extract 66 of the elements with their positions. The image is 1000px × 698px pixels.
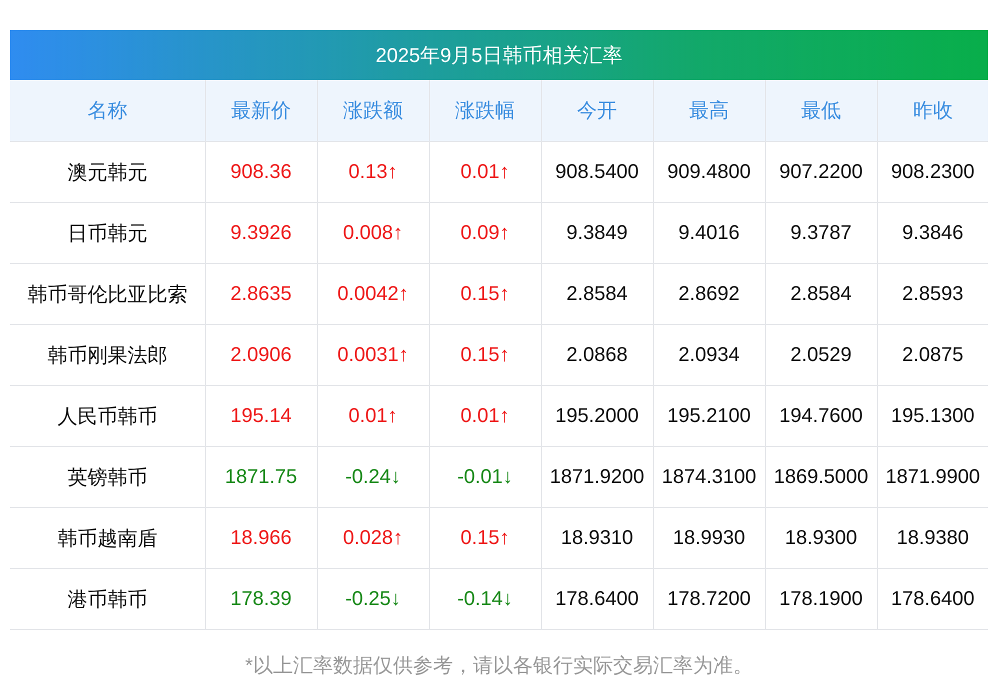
table-cell: 0.15↑ [429, 508, 541, 568]
table-cell: 907.2200 [765, 142, 877, 202]
table-cell: 港币韩币 [10, 568, 205, 630]
table-cell: 178.7200 [653, 568, 765, 630]
table-cell: 2.0906 [205, 324, 317, 386]
table-cell: 9.3849 [541, 202, 653, 264]
table-cell: 2.0529 [765, 324, 877, 386]
table-cell: -0.25↓ [317, 568, 429, 630]
table-cell: 1869.5000 [765, 446, 877, 508]
column-header: 涨跌额 [317, 80, 429, 142]
table-cell: 18.9300 [765, 508, 877, 568]
table-cell: 0.028↑ [317, 508, 429, 568]
table-cell: 178.1900 [765, 568, 877, 630]
table-cell: 195.2000 [541, 386, 653, 446]
table-cell: 0.0031↑ [317, 324, 429, 386]
table-title: 2025年9月5日韩币相关汇率 [10, 30, 988, 80]
table-cell: 908.5400 [541, 142, 653, 202]
table-cell: 9.3926 [205, 202, 317, 264]
table-cell: -0.14↓ [429, 568, 541, 630]
table-cell: 0.15↑ [429, 264, 541, 324]
table-cell: 178.39 [205, 568, 317, 630]
table-cell: 澳元韩元 [10, 142, 205, 202]
table-cell: 9.4016 [653, 202, 765, 264]
table-cell: 18.9310 [541, 508, 653, 568]
table-cell: 18.966 [205, 508, 317, 568]
table-cell: 0.0042↑ [317, 264, 429, 324]
table-cell: -0.24↓ [317, 446, 429, 508]
table-cell: 909.4800 [653, 142, 765, 202]
table-cell: 英镑韩币 [10, 446, 205, 508]
table-cell: 195.2100 [653, 386, 765, 446]
table-cell: 2.8584 [765, 264, 877, 324]
table-cell: 194.7600 [765, 386, 877, 446]
column-header: 最新价 [205, 80, 317, 142]
table-cell: 18.9930 [653, 508, 765, 568]
table-cell: 2.8692 [653, 264, 765, 324]
table-cell: 2.0868 [541, 324, 653, 386]
column-header: 最低 [765, 80, 877, 142]
table-cell: 9.3787 [765, 202, 877, 264]
table-cell: 195.14 [205, 386, 317, 446]
table-cell: 2.8584 [541, 264, 653, 324]
column-header: 今开 [541, 80, 653, 142]
table-cell: 2.0934 [653, 324, 765, 386]
table-cell: 2.8635 [205, 264, 317, 324]
column-header: 涨跌幅 [429, 80, 541, 142]
column-header: 昨收 [877, 80, 988, 142]
table-cell: 0.01↑ [429, 386, 541, 446]
table-cell: 908.36 [205, 142, 317, 202]
table-cell: 日币韩元 [10, 202, 205, 264]
table-cell: 0.008↑ [317, 202, 429, 264]
table-cell: 0.13↑ [317, 142, 429, 202]
table-cell: 1871.75 [205, 446, 317, 508]
table-cell: 韩币刚果法郎 [10, 324, 205, 386]
table-cell: 0.01↑ [317, 386, 429, 446]
table-cell: 1874.3100 [653, 446, 765, 508]
table-cell: 韩币越南盾 [10, 508, 205, 568]
table-cell: 0.15↑ [429, 324, 541, 386]
column-header: 名称 [10, 80, 205, 142]
column-header: 最高 [653, 80, 765, 142]
table-cell: 1871.9200 [541, 446, 653, 508]
table-cell: 韩币哥伦比亚比索 [10, 264, 205, 324]
footnote: *以上汇率数据仅供参考，请以各银行实际交易汇率为准。 [244, 654, 754, 679]
table-cell: 0.09↑ [429, 202, 541, 264]
table-cell: 0.01↑ [429, 142, 541, 202]
table-cell: -0.01↓ [429, 446, 541, 508]
table-cell: 人民币韩币 [10, 386, 205, 446]
table-cell: 178.6400 [541, 568, 653, 630]
